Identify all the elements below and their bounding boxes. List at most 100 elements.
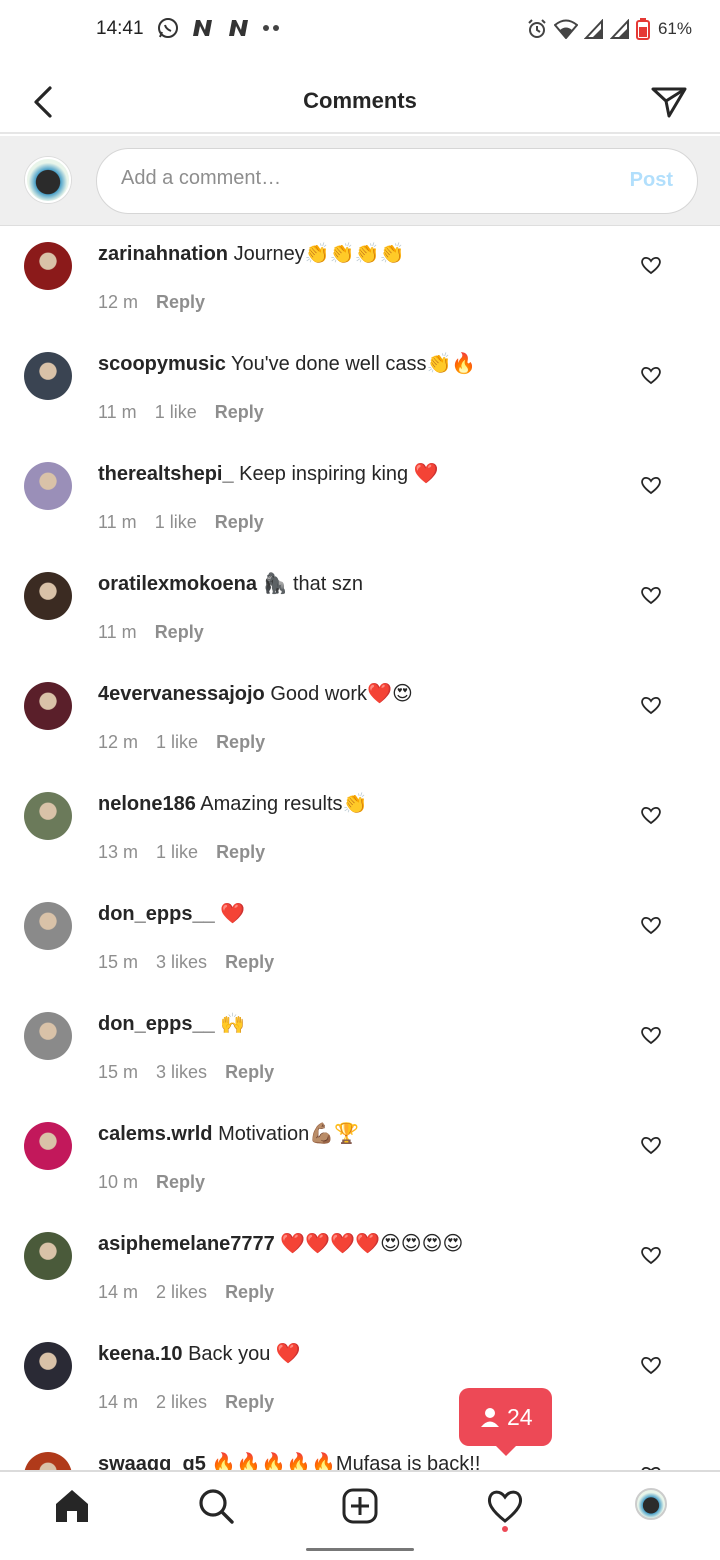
comment-username[interactable]: swaagg_g5 [98, 1453, 206, 1470]
like-heart-icon[interactable] [640, 805, 662, 825]
comment-body: ❤️ [220, 903, 246, 925]
n-icon [229, 20, 248, 36]
reply-button[interactable]: Reply [215, 402, 264, 423]
nav-profile-avatar[interactable] [635, 1488, 667, 1520]
comment-username[interactable]: asiphemelane7777 [98, 1233, 275, 1255]
reply-button[interactable]: Reply [156, 1172, 205, 1193]
comment-body: 🦍 that szn [262, 573, 364, 595]
comment-timestamp: 14 m [98, 1392, 139, 1412]
avatar[interactable] [24, 902, 72, 950]
like-heart-icon[interactable] [640, 585, 662, 605]
comment-timestamp: 10 m [98, 1172, 139, 1192]
comment-row[interactable]: asiphemelane7777 ❤️❤️❤️❤️😍😍😍😍 14 m 2 likes… [0, 1224, 720, 1334]
comment-input[interactable] [121, 167, 601, 190]
comment-username[interactable]: 4evervanessajojo [98, 683, 265, 705]
comment-row[interactable]: nelone186 Amazing results👏 13 m 1 like Repl… [0, 784, 720, 894]
comment-row[interactable]: zarinahnation Journey👏👏👏👏 12 m Reply [0, 234, 720, 344]
like-heart-icon[interactable] [640, 255, 662, 275]
comment-username[interactable]: scoopymusic [98, 353, 226, 375]
comment-like-count[interactable]: 2 likes [156, 1392, 207, 1413]
comment-body: ❤️❤️❤️❤️😍😍😍😍 [280, 1233, 464, 1255]
comment-like-count[interactable]: 1 like [155, 512, 197, 533]
add-post-icon [342, 1488, 378, 1524]
page-title: Comments [303, 88, 417, 113]
comment-row[interactable]: therealtshepi_ Keep inspiring king ❤️ 11 … [0, 454, 720, 564]
comment-timestamp: 12 m [98, 292, 139, 312]
avatar[interactable] [24, 462, 72, 510]
avatar[interactable] [24, 572, 72, 620]
comment-row[interactable]: don_epps__ 🙌 15 m 3 likes Reply [0, 1004, 720, 1114]
comments-list[interactable]: zarinahnation Journey👏👏👏👏 12 m Reply scoopy… [0, 226, 720, 1470]
post-button[interactable]: Post [630, 169, 673, 192]
comment-row[interactable]: don_epps__ ❤️ 15 m 3 likes Reply [0, 894, 720, 1004]
comment-text: oratilexmokoena 🦍 that szn [98, 572, 608, 596]
avatar[interactable] [24, 1342, 72, 1390]
reply-button[interactable]: Reply [216, 732, 265, 753]
nav-search[interactable] [196, 1486, 236, 1526]
like-heart-icon[interactable] [640, 1245, 662, 1265]
reply-button[interactable]: Reply [225, 1392, 274, 1413]
home-indicator [306, 1548, 414, 1551]
avatar[interactable] [24, 682, 72, 730]
avatar[interactable] [24, 1232, 72, 1280]
heart-icon [487, 1490, 523, 1523]
like-heart-icon[interactable] [640, 1025, 662, 1045]
reply-button[interactable]: Reply [225, 952, 274, 973]
comment-username[interactable]: don_epps__ [98, 903, 215, 925]
comment-username[interactable]: keena.10 [98, 1343, 183, 1365]
activity-notification-badge[interactable]: 24 [459, 1388, 552, 1456]
search-icon [199, 1489, 234, 1524]
like-heart-icon[interactable] [640, 695, 662, 715]
comment-username[interactable]: don_epps__ [98, 1013, 215, 1035]
avatar[interactable] [24, 1122, 72, 1170]
like-heart-icon[interactable] [640, 915, 662, 935]
signal-icon [609, 19, 629, 39]
comment-like-count[interactable]: 1 like [155, 402, 197, 423]
like-heart-icon[interactable] [640, 1355, 662, 1375]
like-heart-icon[interactable] [640, 365, 662, 385]
comment-like-count[interactable]: 1 like [156, 732, 198, 753]
reply-button[interactable]: Reply [216, 842, 265, 863]
comment-row[interactable]: swaagg_g5 🔥🔥🔥🔥🔥Mufasa is back!! [0, 1444, 720, 1470]
avatar[interactable] [24, 1012, 72, 1060]
reply-button[interactable]: Reply [225, 1062, 274, 1083]
nav-activity[interactable] [485, 1486, 525, 1526]
reply-button[interactable]: Reply [215, 512, 264, 533]
reply-button[interactable]: Reply [156, 292, 205, 313]
comment-username[interactable]: therealtshepi_ [98, 463, 234, 485]
comment-row[interactable]: scoopymusic You've done well cass👏🔥 11 m1… [0, 344, 720, 454]
nav-new-post[interactable] [340, 1486, 380, 1526]
avatar [25, 157, 71, 203]
comment-like-count[interactable]: 3 likes [156, 952, 207, 973]
avatar[interactable] [24, 242, 72, 290]
like-heart-icon[interactable] [640, 1135, 662, 1155]
avatar[interactable] [24, 1452, 72, 1470]
comment-like-count[interactable]: 2 likes [156, 1282, 207, 1303]
comment-row[interactable]: calems.wrld Motivation💪🏽🏆 10 m Reply [0, 1114, 720, 1224]
avatar[interactable] [24, 352, 72, 400]
comment-timestamp: 14 m [98, 1282, 139, 1302]
comment-timestamp: 11 m [98, 402, 137, 422]
comment-like-count[interactable]: 3 likes [156, 1062, 207, 1083]
reply-button[interactable]: Reply [155, 622, 204, 643]
comment-username[interactable]: zarinahnation [98, 243, 228, 265]
avatar[interactable] [24, 792, 72, 840]
like-heart-icon[interactable] [640, 475, 662, 495]
comment-like-count[interactable]: 1 like [156, 842, 198, 863]
status-notification-icons [156, 16, 282, 40]
comment-meta: 14 m 2 likes Reply [98, 1282, 274, 1303]
comment-username[interactable]: nelone186 [98, 793, 196, 815]
battery-percentage: 61% [657, 19, 692, 38]
direct-share-button[interactable] [650, 84, 688, 120]
comment-meta: 12 m 1 like Reply [98, 732, 265, 753]
bottom-navigation [0, 1470, 720, 1538]
comment-row[interactable]: 4evervanessajojo Good work❤️😍 12 m 1 like R… [0, 674, 720, 784]
comment-username[interactable]: oratilexmokoena [98, 573, 257, 595]
comment-username[interactable]: calems.wrld [98, 1123, 213, 1145]
comment-row[interactable]: keena.10 Back you ❤️ 14 m 2 likes Reply [0, 1334, 720, 1444]
comment-input-container[interactable]: Post [96, 148, 698, 214]
nav-home[interactable] [52, 1486, 92, 1526]
signal-icon [583, 19, 603, 39]
comment-row[interactable]: oratilexmokoena 🦍 that szn 11 m Reply [0, 564, 720, 674]
reply-button[interactable]: Reply [225, 1282, 274, 1303]
